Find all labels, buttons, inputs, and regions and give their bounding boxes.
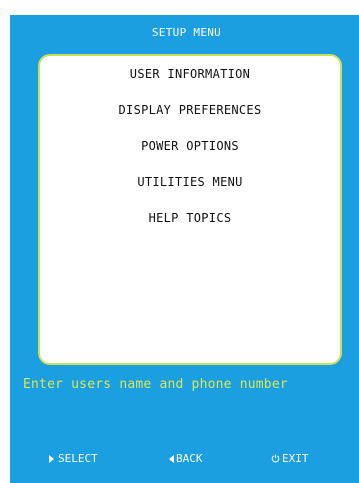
power-icon [271,454,280,463]
triangle-left-icon [169,454,174,463]
triangle-right-icon [49,454,54,463]
footer-bar: SELECT BACK EXIT [10,452,359,468]
menu-list: USER INFORMATION DISPLAY PREFERENCES POW… [40,66,340,246]
menu-item-utilities-menu[interactable]: UTILITIES MENU [40,174,340,210]
menu-item-help-topics[interactable]: HELP TOPICS [40,210,340,246]
exit-label: EXIT [282,452,309,465]
select-label: SELECT [58,452,98,465]
menu-item-user-information[interactable]: USER INFORMATION [40,66,340,102]
exit-button[interactable]: EXIT [271,452,309,465]
menu-panel: USER INFORMATION DISPLAY PREFERENCES POW… [38,54,342,365]
back-button[interactable]: BACK [169,452,203,465]
back-label: BACK [176,452,203,465]
setup-screen: SETUP MENU USER INFORMATION DISPLAY PREF… [10,15,359,483]
help-text: Enter users name and phone number [23,377,288,392]
menu-item-display-preferences[interactable]: DISPLAY PREFERENCES [40,102,340,138]
menu-item-power-options[interactable]: POWER OPTIONS [40,138,340,174]
screen-title: SETUP MENU [151,26,222,39]
select-button[interactable]: SELECT [49,452,98,465]
